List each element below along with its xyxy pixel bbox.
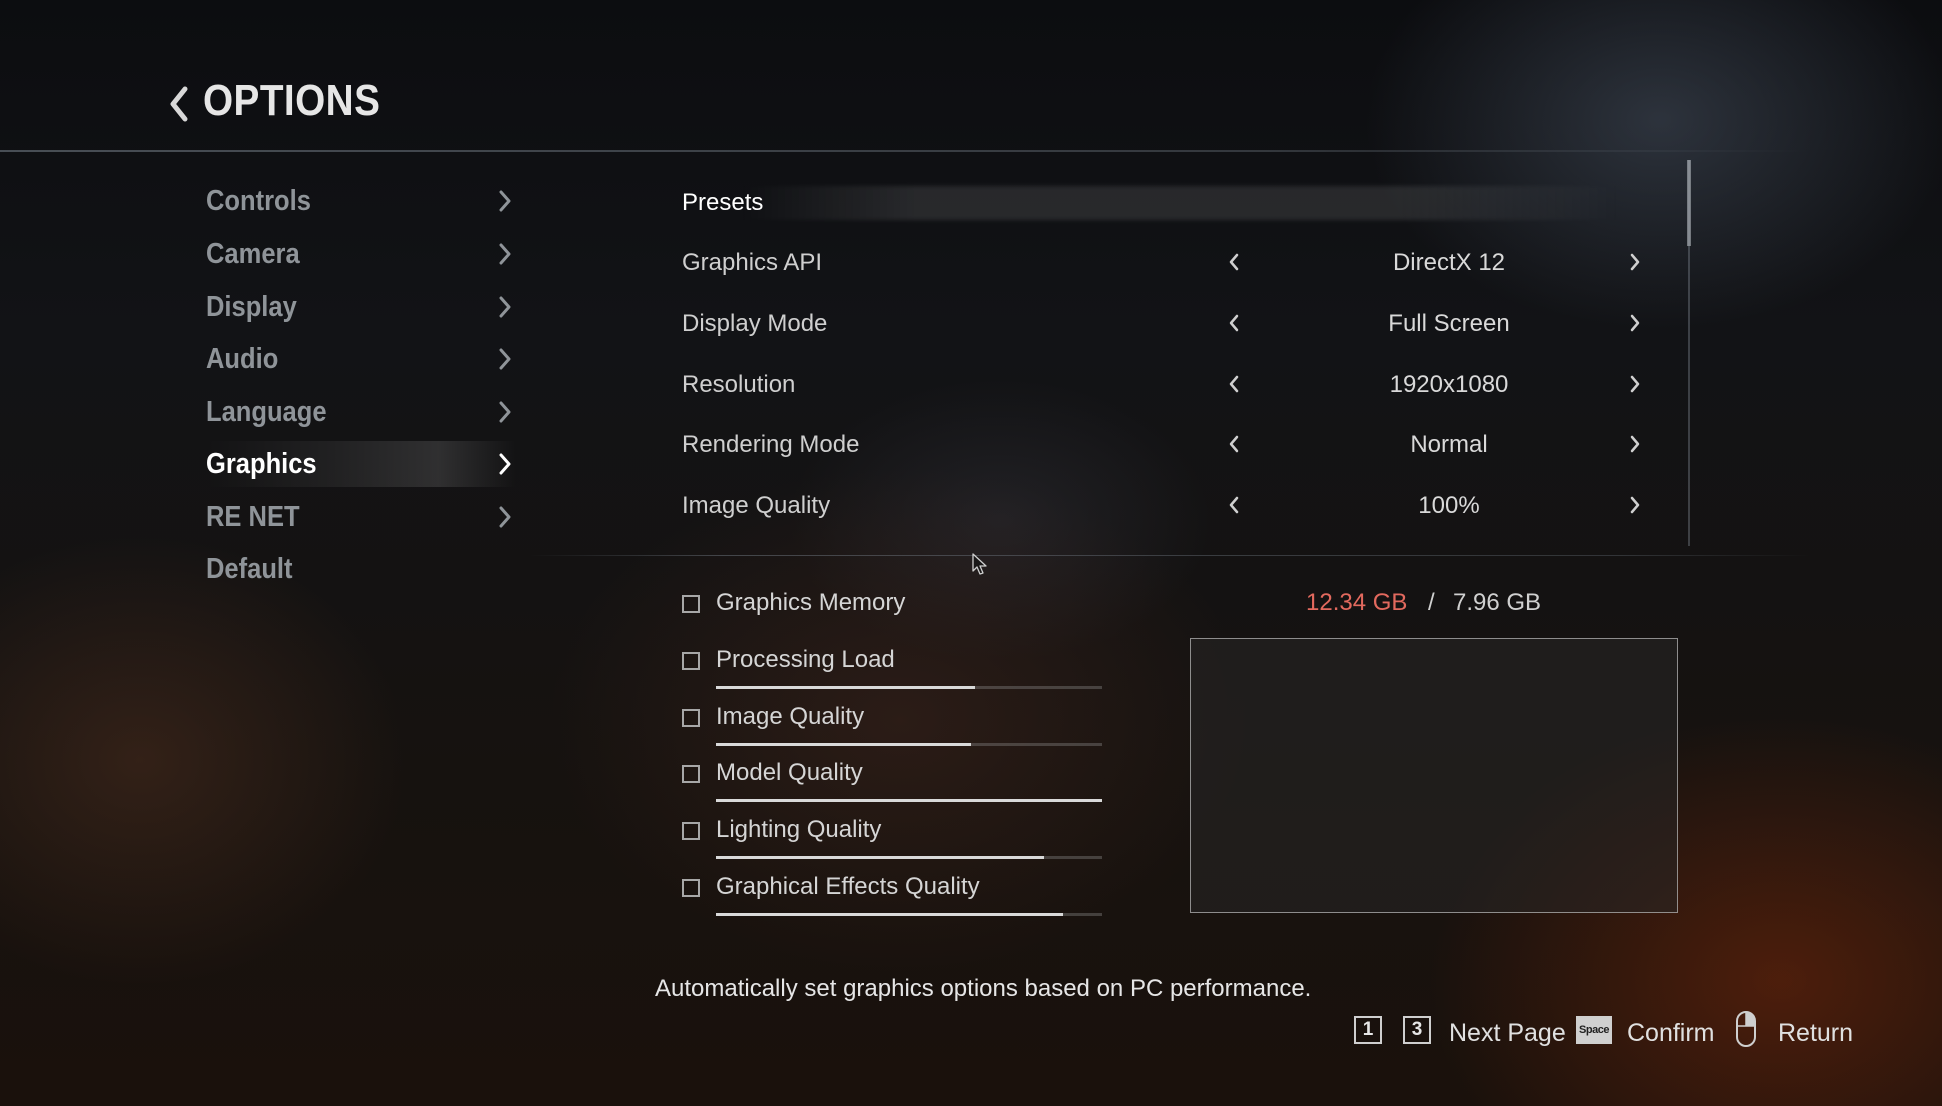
setting-label: Display Mode bbox=[682, 310, 828, 337]
presets-row[interactable]: Presets bbox=[682, 181, 1652, 225]
return-label[interactable]: Return bbox=[1778, 1019, 1853, 1048]
meter-checkbox[interactable] bbox=[682, 652, 700, 670]
sidebar-item-display[interactable]: Display bbox=[206, 284, 516, 330]
sidebar-item-label: Display bbox=[206, 290, 297, 323]
meter-checkbox[interactable] bbox=[682, 822, 700, 840]
sidebar-item-label: Controls bbox=[206, 184, 311, 217]
setting-label: Image Quality bbox=[682, 492, 831, 519]
meter-bar-track bbox=[716, 743, 1102, 746]
meter-bar-track bbox=[716, 799, 1102, 802]
graphics-memory-row[interactable]: Graphics Memory bbox=[682, 585, 1102, 625]
sidebar-item-label: RE NET bbox=[206, 500, 300, 533]
preview-image-box bbox=[1190, 638, 1678, 913]
sidebar-item-label: Default bbox=[206, 552, 293, 585]
chevron-right-icon[interactable] bbox=[1629, 434, 1641, 454]
meter-row-graphical-effects-quality[interactable]: Graphical Effects Quality bbox=[682, 869, 1102, 916]
meter-checkbox[interactable] bbox=[682, 879, 700, 897]
header-divider bbox=[0, 150, 1810, 152]
setting-row-resolution[interactable]: Resolution 1920x1080 bbox=[682, 363, 1652, 407]
page-title: OPTIONS bbox=[203, 76, 381, 125]
setting-row-graphics-api[interactable]: Graphics API DirectX 12 bbox=[682, 241, 1652, 285]
next-page-label[interactable]: Next Page bbox=[1449, 1019, 1566, 1048]
meter-label: Processing Load bbox=[716, 646, 895, 673]
meter-checkbox[interactable] bbox=[682, 709, 700, 727]
meter-bar-track bbox=[716, 913, 1102, 916]
scrollbar-thumb[interactable] bbox=[1687, 160, 1691, 246]
mouse-right-click-icon[interactable] bbox=[1735, 1010, 1757, 1048]
graphics-memory-separator: / bbox=[1428, 589, 1435, 616]
setting-value: DirectX 12 bbox=[1392, 249, 1506, 276]
meter-row-model-quality[interactable]: Model Quality bbox=[682, 755, 1102, 802]
chevron-right-icon bbox=[499, 348, 511, 370]
chevron-right-icon bbox=[499, 296, 511, 318]
setting-row-image-quality[interactable]: Image Quality 100% bbox=[682, 484, 1652, 528]
section-divider bbox=[530, 555, 1810, 556]
chevron-right-icon[interactable] bbox=[1629, 252, 1641, 272]
meter-label: Graphical Effects Quality bbox=[716, 873, 980, 900]
meter-bar-track bbox=[716, 856, 1102, 859]
meter-label: Image Quality bbox=[716, 703, 865, 730]
chevron-right-icon bbox=[499, 243, 511, 265]
option-description: Automatically set graphics options based… bbox=[655, 975, 1312, 1002]
chevron-right-icon[interactable] bbox=[1629, 495, 1641, 515]
meter-label: Model Quality bbox=[716, 759, 863, 786]
meter-row-lighting-quality[interactable]: Lighting Quality bbox=[682, 812, 1102, 859]
chevron-left-icon[interactable] bbox=[1228, 495, 1240, 515]
sidebar-item-label: Graphics bbox=[206, 447, 317, 480]
setting-value: 100% bbox=[1418, 492, 1480, 519]
meter-row-image-quality[interactable]: Image Quality bbox=[682, 699, 1102, 746]
chevron-right-icon[interactable] bbox=[1629, 313, 1641, 333]
setting-row-display-mode[interactable]: Display Mode Full Screen bbox=[682, 302, 1652, 346]
sidebar-item-graphics[interactable]: Graphics bbox=[206, 441, 516, 487]
meter-label: Lighting Quality bbox=[716, 816, 882, 843]
sidebar-item-re-net[interactable]: RE NET bbox=[206, 494, 516, 540]
chevron-left-icon[interactable] bbox=[1228, 434, 1240, 454]
presets-label: Presets bbox=[682, 189, 764, 216]
meter-bar-fill bbox=[716, 686, 975, 689]
chevron-left-icon[interactable] bbox=[1228, 252, 1240, 272]
meter-bar-fill bbox=[716, 856, 1045, 859]
sidebar-item-label: Audio bbox=[206, 342, 279, 375]
mouse-cursor-icon bbox=[972, 553, 987, 575]
sidebar-item-label: Language bbox=[206, 395, 327, 428]
chevron-right-icon[interactable] bbox=[1629, 374, 1641, 394]
chevron-right-icon bbox=[499, 453, 511, 475]
chevron-left-icon[interactable] bbox=[1228, 374, 1240, 394]
confirm-label[interactable]: Confirm bbox=[1627, 1019, 1715, 1048]
setting-value: Full Screen bbox=[1388, 310, 1510, 337]
graphics-memory-used: 12.34 GB bbox=[1306, 589, 1408, 616]
setting-label: Graphics API bbox=[682, 249, 823, 276]
key-3-icon[interactable]: 3 bbox=[1403, 1016, 1431, 1044]
sidebar-item-audio[interactable]: Audio bbox=[206, 336, 516, 382]
chevron-right-icon bbox=[499, 506, 511, 528]
key-1-icon[interactable]: 1 bbox=[1354, 1016, 1382, 1044]
sidebar-item-controls[interactable]: Controls bbox=[206, 178, 516, 224]
graphics-memory-checkbox[interactable] bbox=[682, 595, 700, 613]
setting-value: Normal bbox=[1410, 431, 1488, 458]
setting-value: 1920x1080 bbox=[1389, 371, 1509, 398]
setting-row-rendering-mode[interactable]: Rendering Mode Normal bbox=[682, 423, 1652, 467]
chevron-left-icon[interactable] bbox=[168, 86, 190, 122]
setting-label: Rendering Mode bbox=[682, 431, 860, 458]
sidebar-item-camera[interactable]: Camera bbox=[206, 231, 516, 277]
graphics-memory-label: Graphics Memory bbox=[716, 589, 906, 616]
sidebar-item-language[interactable]: Language bbox=[206, 389, 516, 435]
meter-bar-fill bbox=[716, 913, 1064, 916]
space-key-icon[interactable]: Space bbox=[1576, 1016, 1612, 1044]
chevron-left-icon[interactable] bbox=[1228, 313, 1240, 333]
meter-bar-fill bbox=[716, 799, 1102, 802]
setting-label: Resolution bbox=[682, 371, 796, 398]
sidebar-item-default[interactable]: Default bbox=[206, 546, 516, 592]
meter-row-processing-load[interactable]: Processing Load bbox=[682, 642, 1102, 689]
sidebar-item-label: Camera bbox=[206, 237, 300, 270]
meter-bar-fill bbox=[716, 743, 971, 746]
meter-bar-track bbox=[716, 686, 1102, 689]
meter-checkbox[interactable] bbox=[682, 765, 700, 783]
chevron-right-icon bbox=[499, 401, 511, 423]
graphics-memory-total: 7.96 GB bbox=[1453, 589, 1542, 616]
chevron-right-icon bbox=[499, 190, 511, 212]
